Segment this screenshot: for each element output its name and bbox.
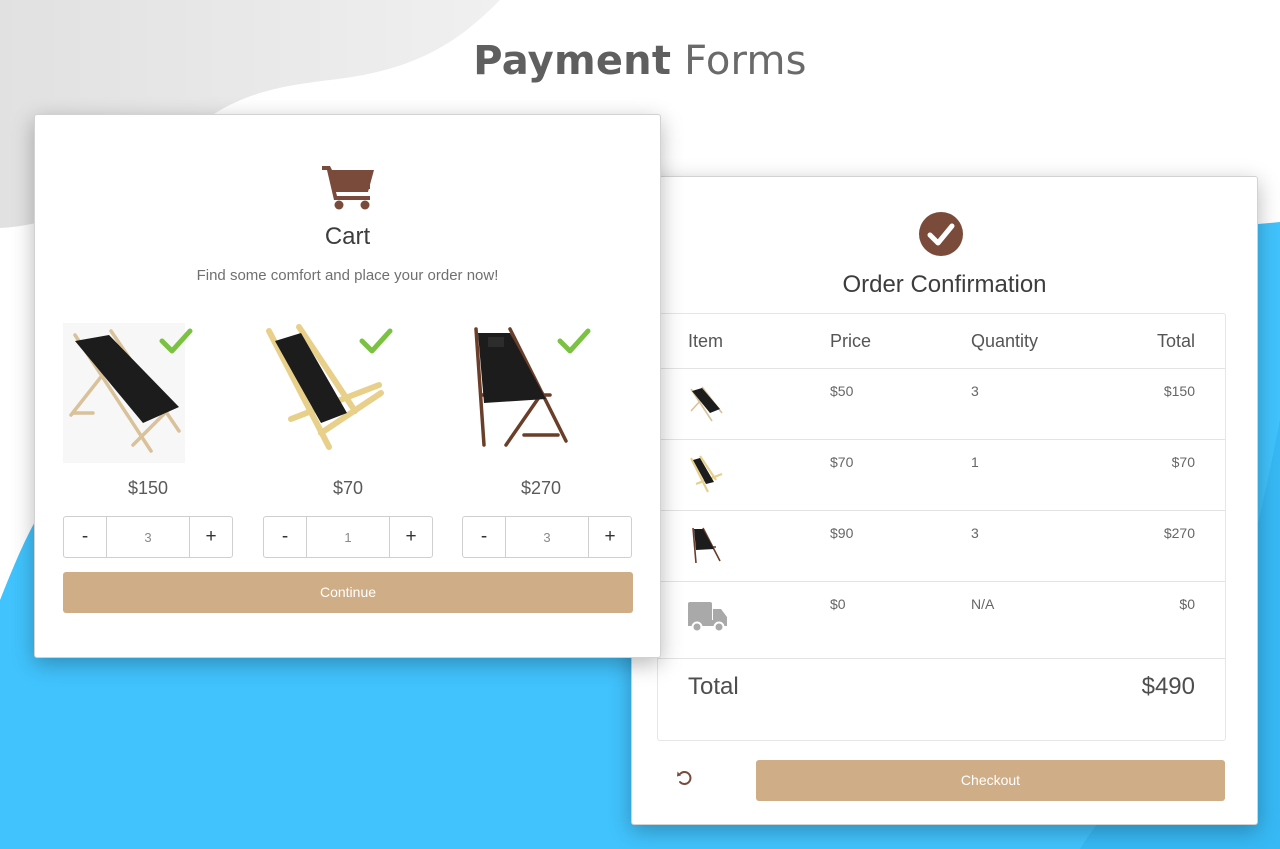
table-row: $0 N/A $0 bbox=[658, 582, 1225, 659]
cart-title: Cart bbox=[324, 223, 371, 250]
row-total: $70 bbox=[1171, 454, 1195, 470]
product-price: $270 bbox=[520, 478, 562, 498]
page-title: Payment Forms bbox=[0, 38, 1280, 84]
quantity-stepper: - + bbox=[263, 516, 433, 558]
quantity-input[interactable] bbox=[307, 517, 389, 557]
decrease-button[interactable]: - bbox=[64, 517, 107, 557]
increase-button[interactable]: + bbox=[588, 517, 631, 557]
cart-card: Cart Find some comfort and place your or… bbox=[34, 114, 661, 658]
row-quantity: N/A bbox=[971, 596, 995, 612]
row-price: $0 bbox=[830, 596, 846, 612]
quantity-stepper: - + bbox=[63, 516, 233, 558]
checkout-button[interactable]: Checkout bbox=[756, 760, 1225, 801]
product-card: $270 - + bbox=[462, 323, 632, 563]
row-total: $0 bbox=[1179, 596, 1195, 612]
order-table: Item Price Quantity Total $50 3 $150 $70… bbox=[657, 313, 1226, 741]
product-card: $70 - + bbox=[263, 323, 433, 563]
continue-button[interactable]: Continue bbox=[63, 572, 633, 613]
decrease-button[interactable]: - bbox=[264, 517, 307, 557]
shopping-cart-icon bbox=[322, 166, 374, 210]
table-row: $70 1 $70 bbox=[658, 440, 1225, 511]
product-card: $150 - + bbox=[63, 323, 233, 563]
item-thumbnail bbox=[690, 386, 723, 422]
product-price: $150 bbox=[127, 478, 169, 498]
undo-icon[interactable] bbox=[676, 769, 694, 787]
row-quantity: 3 bbox=[971, 525, 979, 541]
row-price: $90 bbox=[830, 525, 854, 541]
column-header-item: Item bbox=[688, 331, 724, 351]
product-price: $70 bbox=[332, 478, 364, 498]
row-price: $70 bbox=[830, 454, 854, 470]
check-icon bbox=[159, 328, 193, 354]
quantity-stepper: - + bbox=[462, 516, 632, 558]
cart-subtitle: Find some comfort and place your order n… bbox=[196, 267, 499, 284]
order-confirmation-card: Order Confirmation Item Price Quantity T… bbox=[631, 176, 1258, 825]
product-image[interactable] bbox=[462, 323, 632, 463]
product-image[interactable] bbox=[63, 323, 233, 463]
table-row: $90 3 $270 bbox=[658, 511, 1225, 582]
page-title-light: Forms bbox=[684, 38, 807, 84]
column-header-quantity: Quantity bbox=[971, 331, 1039, 351]
table-row: $50 3 $150 bbox=[658, 369, 1225, 440]
column-header-total: Total bbox=[1156, 331, 1195, 351]
page-title-bold: Payment bbox=[473, 38, 672, 84]
row-quantity: 1 bbox=[971, 454, 979, 470]
check-icon bbox=[557, 328, 591, 354]
check-circle-icon bbox=[919, 212, 963, 256]
row-total: $150 bbox=[1163, 383, 1195, 399]
product-image[interactable] bbox=[263, 323, 433, 463]
row-price: $50 bbox=[830, 383, 854, 399]
check-icon bbox=[359, 328, 393, 354]
quantity-input[interactable] bbox=[107, 517, 189, 557]
total-label: Total bbox=[688, 673, 739, 700]
table-header: Item Price Quantity Total bbox=[658, 314, 1225, 369]
truck-icon bbox=[688, 602, 727, 633]
column-header-price: Price bbox=[830, 331, 872, 351]
quantity-input[interactable] bbox=[506, 517, 588, 557]
row-quantity: 3 bbox=[971, 383, 979, 399]
total-value: $490 bbox=[1141, 673, 1195, 700]
item-thumbnail bbox=[690, 455, 723, 493]
increase-button[interactable]: + bbox=[389, 517, 432, 557]
order-title: Order Confirmation bbox=[842, 271, 1047, 298]
decrease-button[interactable]: - bbox=[463, 517, 506, 557]
row-total: $270 bbox=[1163, 525, 1195, 541]
increase-button[interactable]: + bbox=[189, 517, 232, 557]
item-thumbnail bbox=[692, 527, 721, 564]
